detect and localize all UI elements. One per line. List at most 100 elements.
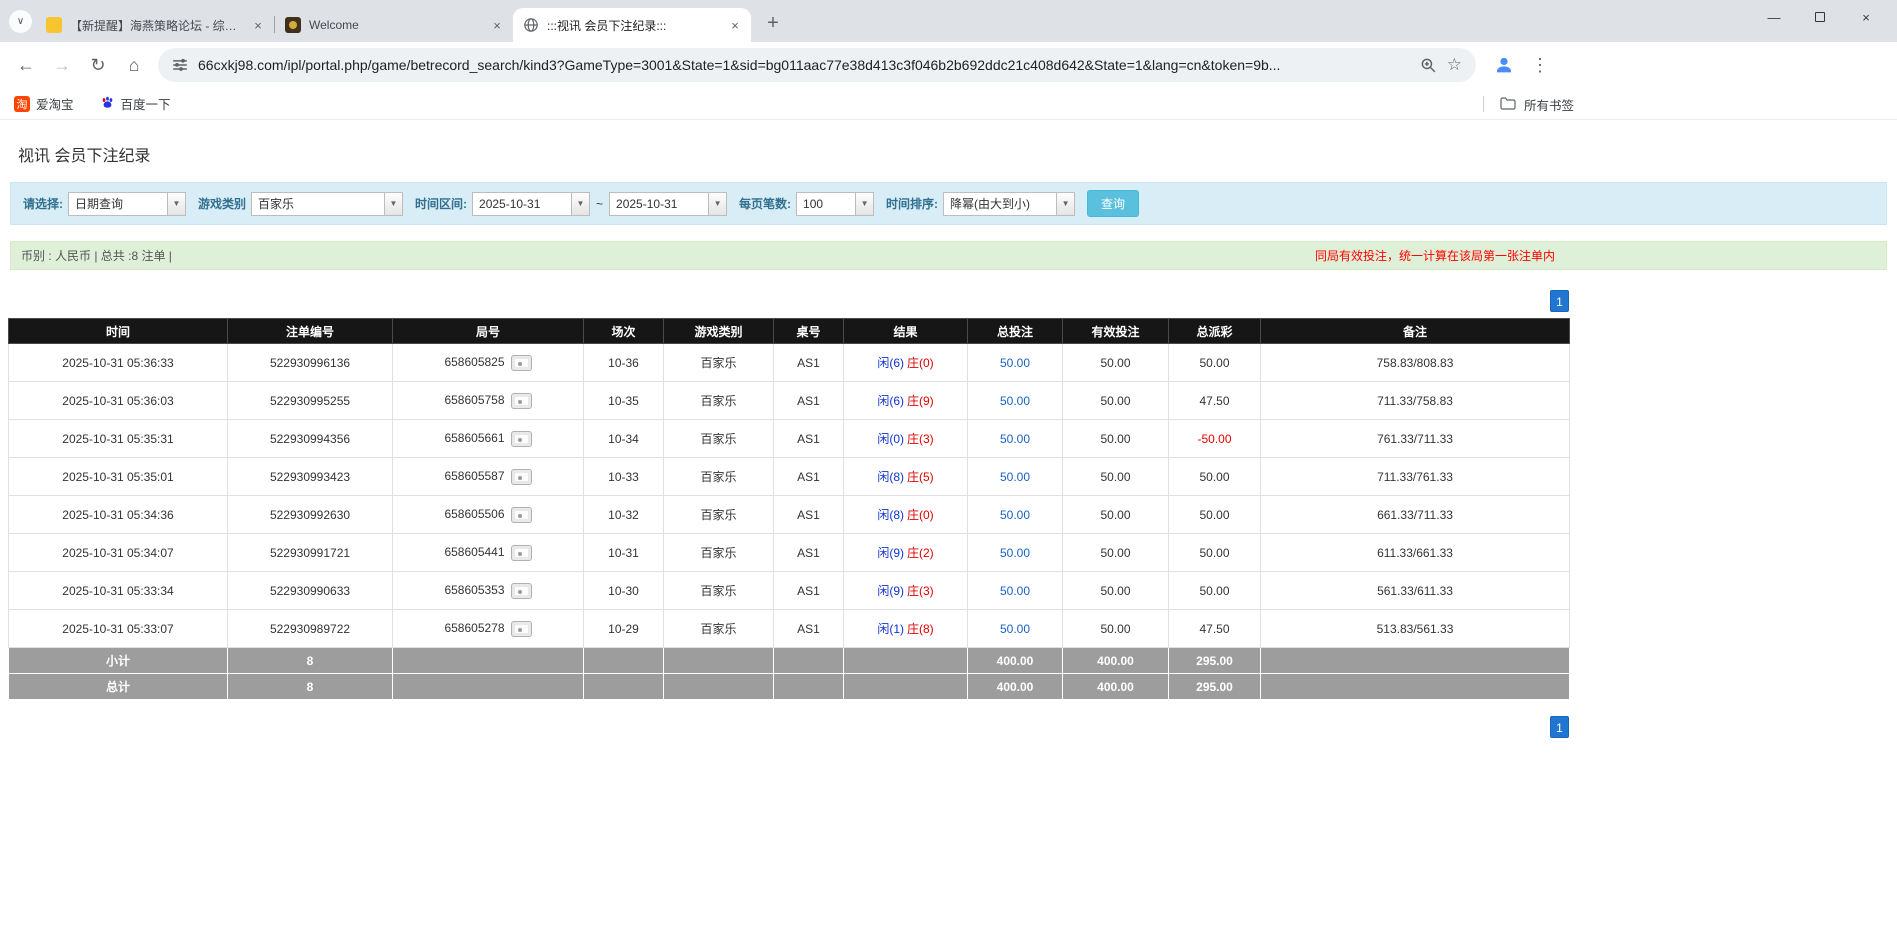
per-page-select[interactable]: 100 ▼ xyxy=(796,191,875,216)
cell-game-type: 百家乐 xyxy=(663,571,774,610)
empty-cell xyxy=(583,647,664,674)
date-from-select[interactable]: 2025-10-31 ▼ xyxy=(472,191,591,216)
table-row: 2025-10-31 05:33:34 522930990633 658605353… xyxy=(8,571,1570,610)
forward-button[interactable]: → xyxy=(44,47,80,83)
page-1-button[interactable]: 1 xyxy=(1550,290,1569,312)
chevron-down-icon[interactable]: ▼ xyxy=(855,192,874,215)
bookmark-label: 爱淘宝 xyxy=(36,98,74,112)
close-button[interactable]: × xyxy=(1843,0,1889,34)
round-image-icon[interactable] xyxy=(510,582,532,599)
menu-kebab-icon[interactable]: ⋮ xyxy=(1522,47,1558,83)
total-bet-link[interactable]: 50.00 xyxy=(1000,508,1030,522)
total-bet-link[interactable]: 50.00 xyxy=(1000,432,1030,446)
round-number: 658605661 xyxy=(444,430,505,445)
game-type: 百家乐 xyxy=(700,356,737,370)
cell-valid-bet: 50.00 xyxy=(1062,343,1169,382)
result-player: 闲(0) xyxy=(877,432,904,446)
cell-round: 658605661 xyxy=(392,419,584,458)
page-1-button[interactable]: 1 xyxy=(1550,716,1569,738)
folder-icon xyxy=(1500,96,1516,113)
cell-table-number: AS1 xyxy=(773,381,844,420)
new-tab-button[interactable]: + xyxy=(759,9,787,37)
zoom-icon[interactable] xyxy=(1420,57,1437,74)
welcome-favicon-icon xyxy=(285,17,301,33)
tab-bet-record[interactable]: :::视讯 会员下注纪录::: × xyxy=(513,8,751,42)
tab-search-button[interactable]: ∨ xyxy=(9,10,32,33)
round-image-icon[interactable] xyxy=(510,392,532,409)
bookmark-taobao[interactable]: 淘 爱淘宝 xyxy=(14,94,74,113)
game-type-select[interactable]: 百家乐 ▼ xyxy=(251,191,404,216)
all-bookmarks-button[interactable]: 所有书签 xyxy=(1483,88,1574,120)
empty-cell xyxy=(1260,673,1570,700)
table-number: AS1 xyxy=(797,507,820,522)
round-image-icon[interactable] xyxy=(510,620,532,637)
total-label: 总计 xyxy=(8,673,228,700)
total-bet-link[interactable]: 50.00 xyxy=(1000,470,1030,484)
tab-close-icon[interactable]: × xyxy=(489,17,505,33)
cell-bet-id: 522930994356 xyxy=(227,419,393,458)
back-button[interactable]: ← xyxy=(8,47,44,83)
tab-close-icon[interactable]: × xyxy=(727,17,743,33)
reload-button[interactable]: ↻ xyxy=(80,47,116,83)
round-number: 658605825 xyxy=(444,354,505,369)
bookmark-baidu[interactable]: 百度一下 xyxy=(100,94,171,113)
cell-session: 10-36 xyxy=(583,343,664,382)
maximize-button[interactable] xyxy=(1797,0,1843,34)
total-row: 总计 8 400.00 400.00 295.00 xyxy=(8,673,1570,700)
note: 711.33/761.33 xyxy=(1377,469,1453,484)
total-bet-link[interactable]: 50.00 xyxy=(1000,584,1030,598)
cell-bet-id: 522930996136 xyxy=(227,343,393,382)
search-button[interactable]: 查询 xyxy=(1087,190,1140,217)
round-image-icon[interactable] xyxy=(510,354,532,371)
total-bet-link[interactable]: 50.00 xyxy=(1000,394,1030,408)
profile-icon[interactable] xyxy=(1486,47,1522,83)
cell-game-type: 百家乐 xyxy=(663,533,774,572)
currency-summary: 币别 : 人民币 | 总共 :8 注单 | xyxy=(21,249,172,263)
chevron-down-icon[interactable]: ▼ xyxy=(167,192,185,215)
round-image-icon[interactable] xyxy=(510,506,532,523)
sort-select[interactable]: 降幂(由大到小) ▼ xyxy=(943,191,1076,216)
cell-game-type: 百家乐 xyxy=(663,457,774,496)
game-type: 百家乐 xyxy=(700,584,737,598)
tab-forum[interactable]: 【新提醒】海燕策略论坛 - 综合… × xyxy=(36,8,274,42)
cell-table-number: AS1 xyxy=(773,571,844,610)
cell-round: 658605278 xyxy=(392,609,584,648)
total-bet-link[interactable]: 50.00 xyxy=(1000,546,1030,560)
cell-note: 711.33/761.33 xyxy=(1260,457,1570,496)
note: 711.33/758.83 xyxy=(1377,393,1453,408)
home-button[interactable]: ⌂ xyxy=(116,47,152,83)
address-bar[interactable]: 66cxkj98.com/ipl/portal.php/game/betreco… xyxy=(158,48,1476,82)
filter-bar: 请选择: 日期查询 ▼ 游戏类别 百家乐 ▼ 时间区间: 2025-10-31 … xyxy=(10,182,1887,225)
chevron-down-icon[interactable]: ▼ xyxy=(571,192,590,215)
time: 2025-10-31 05:33:34 xyxy=(62,583,174,598)
cell-valid-bet: 50.00 xyxy=(1062,609,1169,648)
cell-session: 10-32 xyxy=(583,495,664,534)
cell-time: 2025-10-31 05:34:36 xyxy=(8,495,228,534)
query-type-select[interactable]: 日期查询 ▼ xyxy=(68,191,186,216)
tab-close-icon[interactable]: × xyxy=(250,17,266,33)
total-bet-link[interactable]: 50.00 xyxy=(1000,356,1030,370)
round-image-icon[interactable] xyxy=(510,544,532,561)
header-payout: 总派彩 xyxy=(1168,318,1261,344)
site-settings-icon[interactable] xyxy=(172,57,188,73)
cell-game-type: 百家乐 xyxy=(663,343,774,382)
minimize-button[interactable]: — xyxy=(1751,0,1797,34)
bookmark-star-icon[interactable]: ☆ xyxy=(1447,55,1462,75)
round-image-icon[interactable] xyxy=(510,430,532,447)
round-number: 658605441 xyxy=(444,544,505,559)
cell-total-bet: 50.00 xyxy=(967,609,1063,648)
result-banker: 庄(0) xyxy=(907,508,934,522)
kebab-icon: ⋮ xyxy=(1531,54,1549,75)
total-bet-link[interactable]: 50.00 xyxy=(1000,622,1030,636)
date-to-select[interactable]: 2025-10-31 ▼ xyxy=(609,191,728,216)
forum-favicon-icon xyxy=(46,17,62,33)
time: 2025-10-31 05:35:01 xyxy=(62,469,174,484)
tab-welcome[interactable]: Welcome × xyxy=(275,8,513,42)
url-text[interactable]: 66cxkj98.com/ipl/portal.php/game/betreco… xyxy=(198,57,1410,73)
chevron-down-icon[interactable]: ▼ xyxy=(384,192,403,215)
chevron-down-icon[interactable]: ▼ xyxy=(708,192,727,215)
table-row: 2025-10-31 05:33:07 522930989722 658605278… xyxy=(8,609,1570,648)
chevron-down-icon[interactable]: ▼ xyxy=(1056,192,1075,215)
session: 10-34 xyxy=(608,431,639,446)
round-image-icon[interactable] xyxy=(510,468,532,485)
